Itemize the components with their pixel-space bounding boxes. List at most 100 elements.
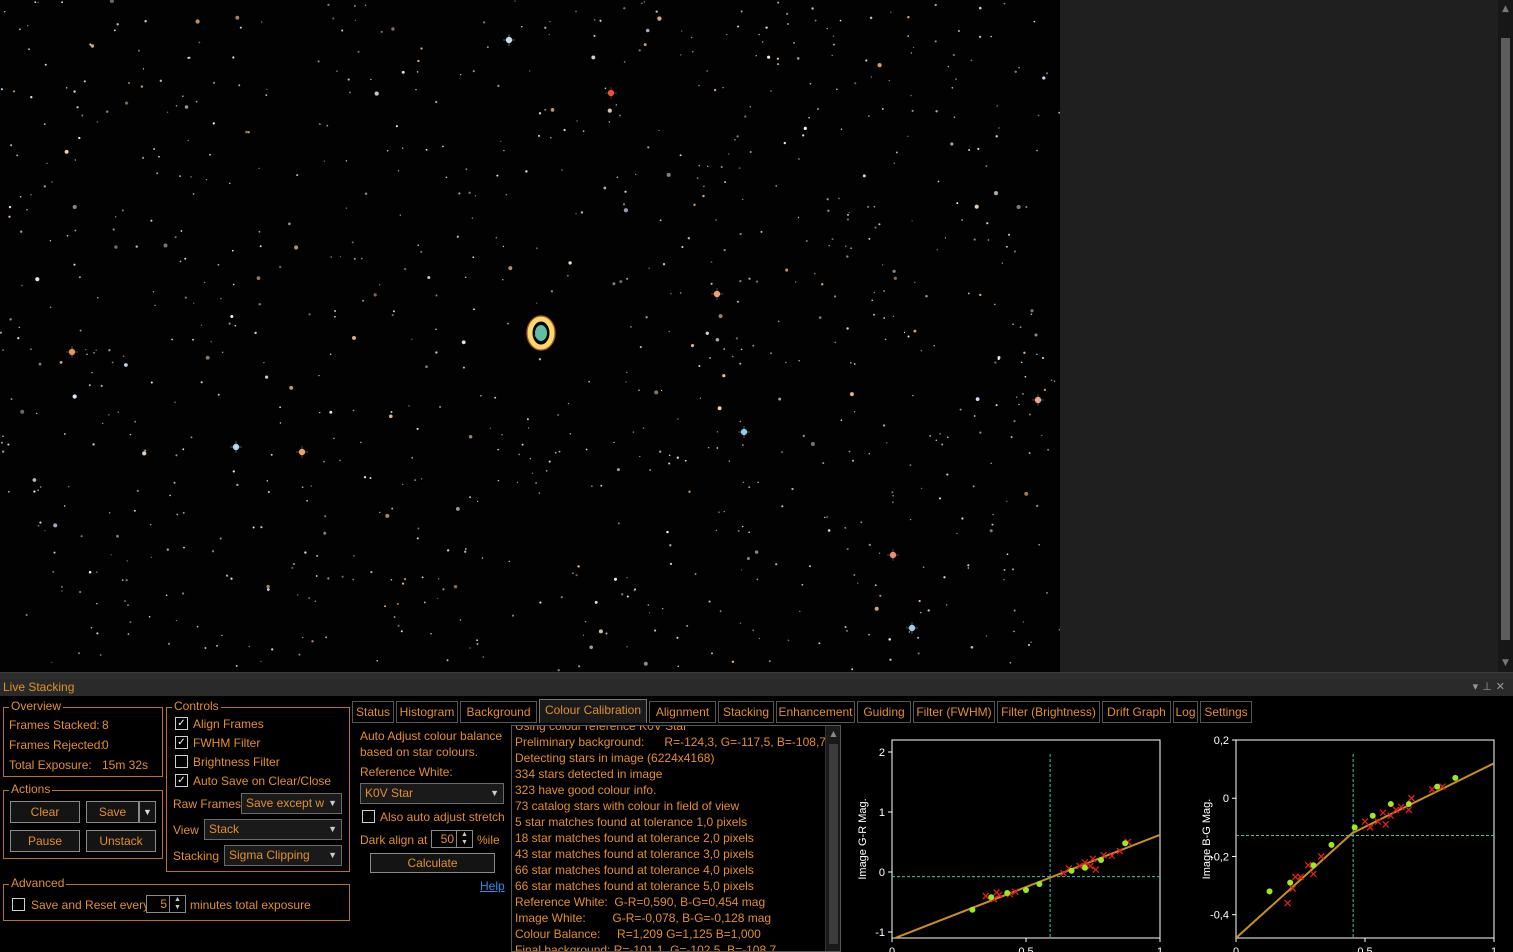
star <box>677 665 680 668</box>
star <box>758 637 761 640</box>
star <box>446 549 450 552</box>
log-line: Reference White: G-R=0,590, B-G=0,454 ma… <box>515 895 766 909</box>
star <box>1006 553 1009 555</box>
star <box>952 53 956 57</box>
pin-icon[interactable]: ⊥ <box>1482 680 1496 693</box>
star <box>914 281 916 284</box>
tab-enhancement[interactable]: Enhancement <box>776 701 855 723</box>
star <box>196 625 199 628</box>
log-scrollbar[interactable]: ▲ <box>825 726 840 951</box>
tab-background[interactable]: Background <box>460 701 537 723</box>
star <box>236 483 239 487</box>
log-line: Detecting stars in image (6224x4168) <box>515 751 715 765</box>
star-field-image <box>0 0 1060 672</box>
dark-align-stepper[interactable]: 50 ▲ ▼ <box>431 830 473 848</box>
tab-filter-brightness[interactable]: Filter (Brightness) <box>997 701 1100 723</box>
star <box>266 588 270 591</box>
live-stack-image[interactable] <box>0 0 1060 672</box>
star <box>927 609 930 612</box>
log-scrollbar-thumb[interactable] <box>829 744 838 944</box>
star <box>386 150 389 152</box>
close-icon[interactable]: ✕ <box>1496 680 1509 693</box>
fwhm-filter-checkbox[interactable]: ✓ <box>175 736 188 749</box>
tab-status[interactable]: Status <box>352 701 394 723</box>
star <box>136 489 139 493</box>
star <box>456 235 459 238</box>
pause-button[interactable]: Pause <box>10 830 80 852</box>
star <box>97 297 99 299</box>
tab-alignment[interactable]: Alignment <box>649 701 716 723</box>
save-button[interactable]: Save <box>86 801 139 823</box>
tab-histogram[interactable]: Histogram <box>396 701 458 723</box>
star <box>680 54 682 56</box>
star <box>0 441 4 444</box>
star <box>210 340 212 343</box>
tab-guiding[interactable]: Guiding <box>857 701 911 723</box>
raw-frames-select[interactable]: Save except w ▼ <box>241 793 342 814</box>
star <box>737 25 740 28</box>
spin-arrows-icon[interactable]: ▲ ▼ <box>456 831 472 847</box>
save-reset-minutes-stepper[interactable]: 5 ▲ ▼ <box>146 895 186 913</box>
align-frames-checkbox[interactable]: ✓ <box>175 717 188 730</box>
save-reset-checkbox[interactable] <box>12 898 25 911</box>
brightness-filter-label[interactable]: Brightness Filter <box>193 755 280 769</box>
star <box>603 186 607 190</box>
star <box>198 41 201 44</box>
reference-white-select[interactable]: K0V Star ▼ <box>360 783 504 804</box>
star <box>341 575 344 578</box>
auto-save-checkbox[interactable]: ✓ <box>175 774 188 787</box>
fwhm-filter-label[interactable]: FWHM Filter <box>193 736 260 750</box>
brightness-filter-checkbox[interactable] <box>175 755 188 768</box>
star <box>892 269 896 273</box>
scroll-up-icon[interactable]: ▲ <box>826 727 840 741</box>
x-tick-label: 0,5 <box>1357 946 1372 952</box>
star <box>318 374 320 377</box>
image-vertical-scrollbar[interactable]: ▲ ▼ <box>1498 0 1513 672</box>
star <box>148 615 151 618</box>
unstack-button[interactable]: Unstack <box>86 830 156 852</box>
save-reset-label[interactable]: Save and Reset every <box>31 898 149 912</box>
tab-filter-fwhm[interactable]: Filter (FWHM) <box>913 701 995 723</box>
star <box>1037 114 1040 117</box>
scrollbar-thumb[interactable] <box>1501 38 1510 640</box>
log-line: 18 star matches found at tolerance 2,0 p… <box>515 831 754 845</box>
tab-stacking[interactable]: Stacking <box>718 701 774 723</box>
help-link[interactable]: Help <box>480 879 505 893</box>
calculate-button[interactable]: Calculate <box>370 853 495 873</box>
star <box>327 577 330 580</box>
also-stretch-label[interactable]: Also auto adjust stretch <box>380 810 505 824</box>
star <box>1043 388 1046 391</box>
star <box>844 626 847 628</box>
star <box>423 601 426 604</box>
scroll-down-icon[interactable]: ▼ <box>1498 656 1513 670</box>
star <box>814 19 817 22</box>
clear-button[interactable]: Clear <box>10 801 80 823</box>
tab-settings[interactable]: Settings <box>1200 701 1252 723</box>
star <box>995 404 998 407</box>
star <box>339 459 341 462</box>
star <box>879 594 882 597</box>
star <box>961 517 964 520</box>
auto-save-label[interactable]: Auto Save on Clear/Close <box>193 774 331 788</box>
calibration-log[interactable]: Using colour reference K0V Star Prelimina… <box>511 725 841 952</box>
align-frames-label[interactable]: Align Frames <box>193 717 264 731</box>
star <box>715 529 718 532</box>
tab-log[interactable]: Log <box>1173 701 1198 723</box>
spin-arrows-icon[interactable]: ▲ ▼ <box>169 896 185 912</box>
view-select[interactable]: Stack ▼ <box>204 819 342 840</box>
stacking-select[interactable]: Sigma Clipping ▼ <box>224 845 342 866</box>
star <box>548 460 551 463</box>
also-stretch-checkbox[interactable] <box>362 810 375 823</box>
star <box>154 304 156 307</box>
star <box>420 250 423 254</box>
star <box>235 664 238 667</box>
tab-colour-calibration[interactable]: Colour Calibration <box>539 699 647 723</box>
star <box>739 232 742 236</box>
star <box>728 460 731 462</box>
dropdown-icon[interactable]: ▾ <box>1473 680 1483 693</box>
scroll-up-icon[interactable]: ▲ <box>1498 2 1513 16</box>
star <box>175 104 178 107</box>
save-options-dropdown-icon[interactable]: ▼ <box>139 801 156 823</box>
star <box>216 644 218 647</box>
tab-drift-graph[interactable]: Drift Graph <box>1102 701 1171 723</box>
